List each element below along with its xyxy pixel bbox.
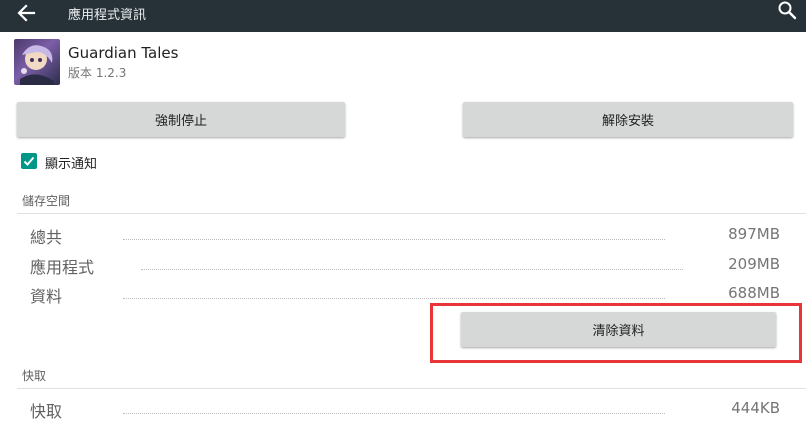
arrow-back-icon[interactable] xyxy=(14,2,38,24)
cache-divider xyxy=(17,388,806,389)
force-stop-button[interactable]: 強制停止 xyxy=(17,102,345,137)
storage-row-data-leader xyxy=(123,298,665,299)
storage-row-data-label: 資料 xyxy=(30,287,63,306)
storage-section-header: 儲存空間 xyxy=(22,194,71,208)
storage-divider xyxy=(17,213,806,214)
cache-row-leader xyxy=(123,413,665,414)
storage-row-app-value: 209MB xyxy=(728,255,780,273)
page-title: 應用程式資訊 xyxy=(68,8,147,23)
app-bar: 應用程式資訊 xyxy=(0,0,806,32)
storage-row-total-value: 897MB xyxy=(728,225,780,243)
cache-row-value: 444KB xyxy=(731,399,780,417)
storage-row-app-label: 應用程式 xyxy=(30,258,95,277)
checkmark-icon xyxy=(23,156,35,166)
app-name: Guardian Tales xyxy=(68,44,179,62)
storage-row-total-label: 總共 xyxy=(30,228,63,247)
show-notifications-label: 顯示通知 xyxy=(45,157,98,172)
uninstall-button[interactable]: 解除安裝 xyxy=(463,102,793,137)
cache-section-header: 快取 xyxy=(22,369,47,383)
app-icon xyxy=(14,39,60,85)
storage-row-data-value: 688MB xyxy=(728,284,780,302)
app-version: 版本 1.2.3 xyxy=(68,66,127,80)
cache-row-label: 快取 xyxy=(30,402,63,421)
highlight-box xyxy=(430,303,802,363)
search-icon[interactable] xyxy=(777,0,797,20)
storage-row-total-leader xyxy=(123,239,665,240)
storage-row-app-leader xyxy=(141,269,683,270)
show-notifications-checkbox[interactable] xyxy=(21,153,37,169)
